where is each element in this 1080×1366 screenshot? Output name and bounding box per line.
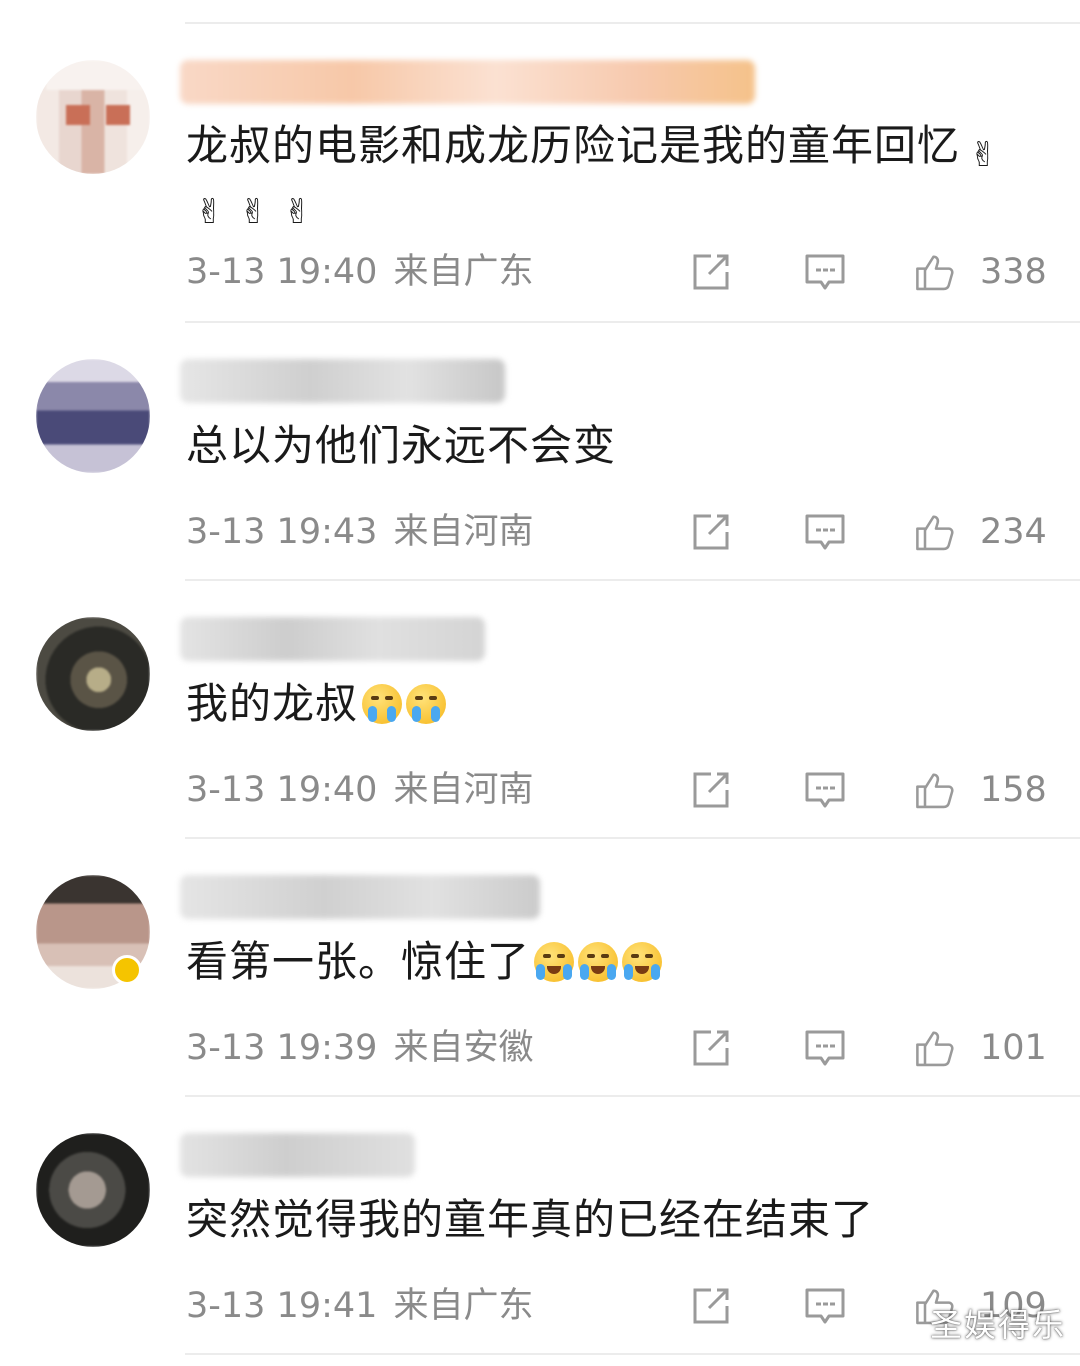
share-button[interactable] [689,510,733,554]
crying-face-icon [406,684,447,724]
timestamp: 3-13 19:39 [186,1028,378,1068]
crying-face-icon [362,684,403,724]
share-icon [693,254,729,290]
timestamp: 3-13 19:40 [186,252,378,292]
comment-feed: 龙叔的电影和成龙历险记是我的童年回忆 ✌ ✌ ✌ ✌ 3-13 19:40 来自广东 33… [0,0,1080,1366]
comment-text: 总以为他们永远不会变 [186,418,1046,474]
verified-badge [112,955,142,985]
thumbs-up-icon [916,515,954,551]
comment-icon [805,254,845,290]
timestamp: 3-13 19:40 [186,770,378,810]
share-button[interactable] [689,1026,733,1070]
comment-text-content: 龙叔的电影和成龙历险记是我的童年回忆 [186,121,961,170]
comment-meta: 3-13 19:39 来自安徽 [186,1028,533,1068]
victory-hand-icon: ✌ [195,192,225,232]
victory-hand-icon: ✌ [969,135,999,175]
location: 来自广东 [393,1286,534,1326]
location: 来自河南 [393,512,534,552]
reply-button[interactable] [803,250,847,294]
comment-item: 龙叔的电影和成龙历险记是我的童年回忆 ✌ ✌ ✌ ✌ 3-13 19:40 来自广东 33… [0,22,1080,292]
comment-text-content: 我的龙叔 [186,679,359,728]
comment-item: 看第一张。惊住了 3-13 19:39 来自安徽 101 [0,837,1080,1095]
comment-meta: 3-13 19:41 来自广东 [186,1286,533,1326]
username[interactable] [180,617,485,661]
like-button[interactable] [914,510,966,554]
like-count: 338 [980,252,1047,292]
comment-text-content: 看第一张。惊住了 [186,937,531,986]
thumbs-up-icon [916,255,954,291]
share-icon [693,1030,729,1066]
username[interactable] [180,359,505,403]
comment-meta: 3-13 19:43 来自河南 [186,512,533,552]
username[interactable] [180,1133,415,1177]
location: 来自河南 [393,770,534,810]
like-button[interactable] [914,768,966,812]
avatar[interactable] [36,60,150,174]
comment-text: 看第一张。惊住了 [186,934,1046,990]
share-button[interactable] [689,250,733,294]
victory-hand-icon: ✌ [283,192,313,232]
location: 来自广东 [393,252,534,292]
like-count: 234 [980,512,1047,552]
divider [185,1353,1080,1355]
comment-meta: 3-13 19:40 来自广东 [186,252,533,292]
username[interactable] [180,60,755,104]
comment-text: 龙叔的电影和成龙历险记是我的童年回忆 ✌ ✌ ✌ ✌ [186,118,1046,232]
reply-button[interactable] [803,510,847,554]
comment-icon [805,1288,845,1324]
reply-button[interactable] [803,1026,847,1070]
reply-button[interactable] [803,1284,847,1328]
laugh-cry-face-icon [534,942,575,982]
like-count: 158 [980,770,1047,810]
laugh-cry-face-icon [578,942,619,982]
thumbs-up-icon [916,773,954,809]
timestamp: 3-13 19:41 [186,1286,378,1326]
avatar[interactable] [36,1133,150,1247]
comment-meta: 3-13 19:40 来自河南 [186,770,533,810]
comment-icon [805,514,845,550]
like-button[interactable] [914,250,966,294]
share-button[interactable] [689,1284,733,1328]
comment-icon [805,1030,845,1066]
avatar[interactable] [36,359,150,473]
comment-text: 突然觉得我的童年真的已经在结束了 [186,1192,1046,1248]
comment-icon [805,772,845,808]
avatar[interactable] [36,617,150,731]
share-icon [693,1288,729,1324]
watermark: 圣娱得乐 [929,1306,1066,1344]
comment-text-content: 总以为他们永远不会变 [186,421,617,470]
location: 来自安徽 [393,1028,534,1068]
comment-item: 总以为他们永远不会变 3-13 19:43 来自河南 234 [0,321,1080,579]
comment-item: 突然觉得我的童年真的已经在结束了 3-13 19:41 来自广东 109 [0,1095,1080,1353]
comment-text: 我的龙叔 [186,676,1046,732]
share-icon [693,772,729,808]
share-button[interactable] [689,768,733,812]
laugh-cry-face-icon [622,942,663,982]
comment-text-content: 突然觉得我的童年真的已经在结束了 [186,1195,875,1244]
like-button[interactable] [914,1026,966,1070]
username[interactable] [180,875,540,919]
reply-button[interactable] [803,768,847,812]
timestamp: 3-13 19:43 [186,512,378,552]
comment-item: 我的龙叔 3-13 19:40 来自河南 158 [0,579,1080,837]
share-icon [693,514,729,550]
victory-hand-icon: ✌ [239,192,269,232]
thumbs-up-icon [916,1031,954,1067]
like-count: 101 [980,1028,1047,1068]
